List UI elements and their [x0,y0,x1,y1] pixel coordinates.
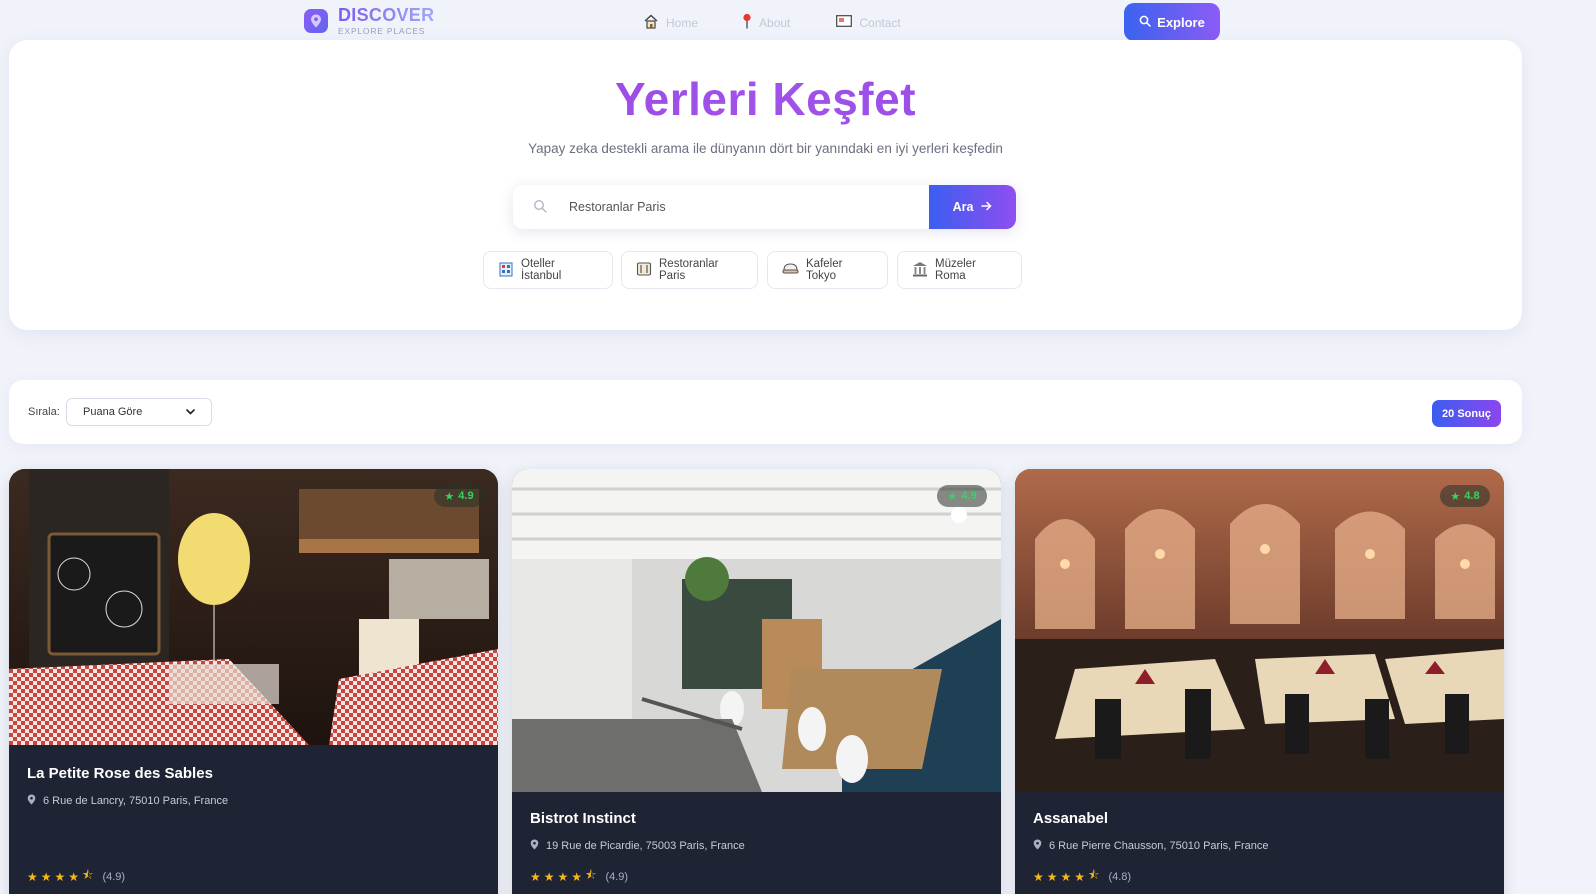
star-icon: ★ [1060,869,1072,884]
chip-label: Oteller İstanbul [521,258,562,282]
card-info: La Petite Rose des Sables 6 Rue de Lancr… [9,745,498,894]
place-card[interactable]: ★ 4.8 Assanabel 6 Rue Pierre Chausson, 7… [1015,469,1504,894]
logo[interactable]: DISCOVER EXPLORE PLACES [304,6,434,36]
place-name: Bistrot Instinct [530,810,636,827]
place-card[interactable]: ★ 4.9 La Petite Rose des Sables 6 Rue de… [9,469,498,894]
chip-label: Müzeler Roma [935,258,976,282]
search-button-label: Ara [952,200,974,214]
sort-select[interactable]: Puana Göre [66,398,212,426]
museum-icon [912,261,928,280]
search-button[interactable]: Ara [929,185,1016,229]
hero-subtitle: Yapay zeka destekli arama ile dünyanın d… [528,141,1003,156]
hero-section: Yerleri Keşfet Yapay zeka destekli arama… [9,40,1522,330]
location-icon [1033,839,1042,853]
nav-link-home[interactable]: Home [643,13,698,32]
address-text: 19 Rue de Picardie, 75003 Paris, France [546,840,745,852]
star-rating: ★ ★ ★ ★ ⯪ (4.8) [1033,866,1131,887]
star-icon: ★ [571,869,583,884]
map-pin-icon [304,8,328,33]
place-photo: ★ 4.9 [9,469,498,745]
rating-value: 4.9 [458,490,474,502]
sort-bar: Sırala: Puana Göre 20 Sonuç [9,380,1522,444]
chip-label: Restoranlar Paris [659,258,719,282]
quick-search-chips: Oteller İstanbul Restoranlar Paris Kafel… [9,251,1522,289]
rating-score: (4.9) [102,870,126,883]
place-card[interactable]: ★ 4.9 Bistrot Instinct 19 Rue de Picardi… [512,469,1001,894]
nav-link-label: Contact [859,15,901,30]
rating-score: (4.9) [605,870,629,883]
rating-pill: ★ 4.9 [434,485,484,507]
sort-selected-value: Puana Göre [83,406,143,418]
star-icon: ★ [557,869,569,884]
rating-score: (4.8) [1108,870,1132,883]
restaurant-icon [636,261,652,280]
explore-label: Explore [1157,14,1205,30]
star-icon: ★ [530,869,541,884]
top-navbar: DISCOVER EXPLORE PLACES Home About Conta… [0,0,1596,42]
star-icon: ★ [444,490,455,503]
result-count-badge: 20 Sonuç [1432,400,1501,427]
half-star-icon: ⯪ [585,868,597,882]
address-text: 6 Rue Pierre Chausson, 75010 Paris, Fran… [1049,840,1269,852]
star-icon: ★ [54,869,66,884]
half-star-icon: ⯪ [82,868,94,882]
rating-pill: ★ 4.8 [1440,485,1490,507]
chip-museums-rome[interactable]: Müzeler Roma [897,251,1022,289]
hero-title: Yerleri Keşfet [9,72,1522,126]
search-icon [1139,15,1151,30]
chip-label: Kafeler Tokyo [806,258,843,282]
sort-label: Sırala: [28,406,60,418]
rating-pill: ★ 4.9 [937,485,987,507]
chevron-down-icon [186,406,195,418]
cafe-icon [782,261,799,279]
half-star-icon: ⯪ [1088,868,1100,882]
pin-icon [742,13,752,32]
logo-title: DISCOVER [338,5,435,25]
star-icon: ★ [27,869,38,884]
location-icon [530,839,539,853]
star-icon: ★ [1074,869,1086,884]
rating-value: 4.8 [1464,490,1480,502]
chip-restaurants-paris[interactable]: Restoranlar Paris [621,251,758,289]
star-rating: ★ ★ ★ ★ ⯪ (4.9) [530,866,628,887]
star-rating: ★ ★ ★ ★ ⯪ (4.9) [27,866,125,887]
hotel-icon [498,261,514,280]
logo-subtitle: EXPLORE PLACES [338,26,426,36]
star-icon: ★ [1450,490,1461,503]
mail-icon [836,15,853,30]
address-text: 6 Rue de Lancry, 75010 Paris, France [43,795,229,807]
chip-cafes-tokyo[interactable]: Kafeler Tokyo [767,251,888,289]
rating-value: 4.9 [961,490,977,502]
search-box: Ara [513,185,1016,229]
card-info: Assanabel 6 Rue Pierre Chausson, 75010 P… [1015,792,1504,894]
nav-link-contact[interactable]: Contact [836,13,901,32]
star-icon: ★ [947,490,958,503]
home-icon [643,14,659,32]
place-photo: ★ 4.9 [512,469,1001,792]
location-icon [27,794,36,808]
place-name: La Petite Rose des Sables [27,765,213,782]
chip-hotels-istanbul[interactable]: Oteller İstanbul [483,251,613,289]
star-icon: ★ [40,869,52,884]
arrow-right-icon [981,200,992,214]
place-address: 6 Rue Pierre Chausson, 75010 Paris, Fran… [1033,839,1269,853]
search-input[interactable] [569,185,909,229]
nav-link-label: Home [666,15,699,30]
card-info: Bistrot Instinct 19 Rue de Picardie, 750… [512,792,1001,894]
explore-button[interactable]: Explore [1124,3,1220,41]
place-address: 6 Rue de Lancry, 75010 Paris, France [27,794,228,808]
star-icon: ★ [68,869,80,884]
place-address: 19 Rue de Picardie, 75003 Paris, France [530,839,745,853]
nav-link-about[interactable]: About [742,13,790,32]
nav-links: Home About Contact [643,13,945,32]
search-icon [533,199,547,218]
nav-link-label: About [759,15,791,30]
star-icon: ★ [1046,869,1058,884]
place-name: Assanabel [1033,810,1109,827]
star-icon: ★ [1033,869,1044,884]
place-photo: ★ 4.8 [1015,469,1504,792]
star-icon: ★ [543,869,555,884]
